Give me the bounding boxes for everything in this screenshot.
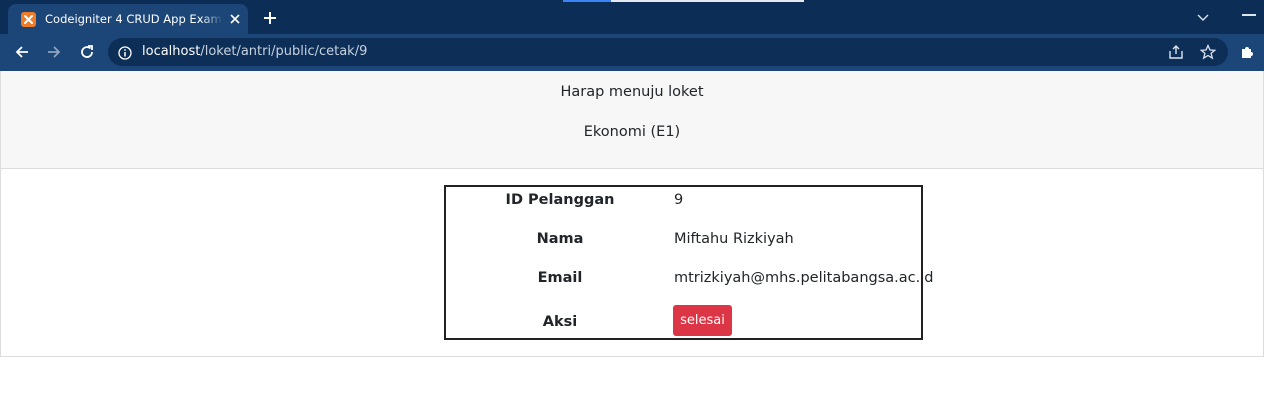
row-label: Nama [536,231,584,247]
customer-detail-table: ID Pelanggan 9 Nama Miftahu Rizkiyah Ema… [444,185,934,340]
table-row: Nama Miftahu Rizkiyah [446,231,921,251]
browser-tab-strip: Codeigniter 4 CRUD App Example - Tutsmak… [0,0,1264,34]
url-path: /loket/antri/public/cetak/9 [200,44,368,59]
share-icon[interactable] [1167,44,1185,60]
row-label: Email [537,270,583,286]
header-counter-name: Ekonomi (E1) [583,124,681,140]
back-arrow-icon[interactable] [11,42,33,62]
row-label: ID Pelanggan [505,192,615,208]
forward-arrow-icon[interactable] [43,42,65,62]
row-value: 9 [674,192,684,208]
card-header: Harap menuju loket Ekonomi (E1) [1,71,1263,169]
table-row: Email mtrizkiyah@mhs.pelitabangsa.ac.id [446,270,934,290]
reload-icon[interactable] [76,42,98,62]
queue-card: Harap menuju loket Ekonomi (E1) ID Pelan… [0,71,1264,357]
url-text[interactable]: localhost/loket/antri/public/cetak/9 [142,44,367,59]
loading-progress [563,0,804,2]
selesai-button[interactable]: selesai [673,305,732,336]
bookmark-star-icon[interactable] [1199,44,1217,60]
minimize-icon[interactable] [1242,14,1256,16]
chevron-down-icon[interactable] [1196,8,1214,22]
row-label: Aksi [542,314,578,330]
info-icon[interactable] [118,45,132,60]
url-host: localhost [142,44,201,59]
browser-tab-active[interactable]: Codeigniter 4 CRUD App Example - Tutsmak… [8,4,248,34]
extensions-puzzle-icon[interactable] [1238,44,1256,60]
table-row: Aksi selesai [446,305,921,336]
row-value: Miftahu Rizkiyah [674,231,794,247]
row-value: mtrizkiyah@mhs.pelitabangsa.ac.id [674,270,934,286]
tab-title: Codeigniter 4 CRUD App Example - Tutsmak… [45,12,223,26]
plus-icon[interactable] [260,8,280,28]
table-row: ID Pelanggan 9 [446,192,921,212]
xampp-icon [21,11,36,27]
header-instruction: Harap menuju loket [560,84,704,100]
close-tab-icon[interactable] [227,11,243,27]
